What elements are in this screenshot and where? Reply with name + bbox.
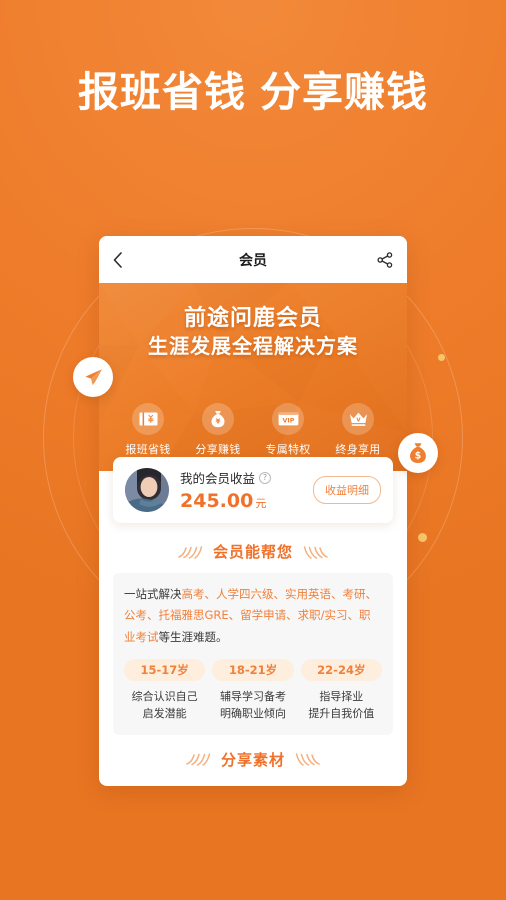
vip-card-icon: VIP: [278, 412, 298, 426]
section-title-text: 分享素材: [220, 750, 285, 769]
feature-label: 报班省钱: [125, 443, 171, 456]
section-title-text: 会员能帮您: [212, 543, 293, 561]
decorative-dot: [438, 354, 445, 361]
age-desc-line-2: 提升自我价值: [308, 707, 375, 721]
age-group-row: 15-17岁 综合认识自己 启发潜能 18-21岁 辅导学习备考 明确职业倾向 …: [124, 658, 382, 723]
flourish-right-icon: [303, 545, 328, 559]
earnings-amount-row: 245.00 元: [180, 490, 313, 512]
hero-title-group: 前途问鹿会员 生涯发展全程解决方案: [99, 305, 407, 360]
paper-plane-icon: [84, 368, 102, 385]
paragraph-prefix: 一站式解决: [124, 587, 182, 601]
money-bag-icon: $: [410, 443, 426, 464]
user-avatar-image: [125, 468, 169, 512]
paper-plane-badge[interactable]: [73, 357, 113, 397]
earnings-detail-button[interactable]: 收益明细: [313, 476, 381, 504]
benefits-paragraph: 一站式解决高考、人学四六级、实用英语、考研、公考、托福雅思GRE、留学申请、求职…: [124, 584, 382, 648]
headline-part-2: 分享赚钱: [260, 68, 428, 116]
age-desc-line-1: 指导择业: [319, 689, 364, 703]
earnings-label: 我的会员收益: [180, 471, 256, 486]
app-navbar: 会员: [99, 236, 407, 283]
decorative-dot: [418, 533, 427, 542]
svg-text:¥: ¥: [215, 416, 220, 425]
ticket-icon-circle: [132, 403, 164, 435]
back-button[interactable]: [113, 251, 135, 268]
feature-item-crown[interactable]: V 终身享用: [327, 403, 389, 457]
age-desc-line-2: 明确职业倾向: [219, 707, 286, 721]
crown-icon: V: [349, 412, 367, 426]
crown-icon-circle: V: [342, 403, 374, 435]
phone-screen-mockup: 会员 前途问鹿会员 生涯发展全程解决方案 报班省钱 ¥ 分享赚钱 VIP 专属特…: [99, 236, 407, 786]
earnings-card: 我的会员收益 ? 245.00 元 收益明细: [113, 457, 393, 523]
age-group-description: 指导择业 提升自我价值: [301, 688, 382, 723]
avatar: [125, 468, 169, 512]
page-title: 会员: [239, 252, 267, 269]
flourish-right-icon: [295, 753, 320, 767]
question-mark-icon[interactable]: ?: [259, 471, 272, 484]
share-icon: [377, 251, 393, 268]
svg-text:$: $: [415, 451, 421, 462]
age-group-description: 辅导学习备考 明确职业倾向: [212, 688, 293, 723]
svg-text:VIP: VIP: [282, 417, 294, 425]
age-group-item: 15-17岁 综合认识自己 启发潜能: [124, 658, 206, 723]
ticket-icon: [139, 412, 157, 426]
age-desc-line-2: 启发潜能: [142, 707, 187, 721]
share-button[interactable]: [371, 251, 393, 268]
age-group-item: 18-21岁 辅导学习备考 明确职业倾向: [212, 658, 294, 723]
money-bag-icon-circle: ¥: [202, 403, 234, 435]
age-range-badge: 18-21岁: [212, 658, 294, 681]
feature-icon-row: 报班省钱 ¥ 分享赚钱 VIP 专属特权 V 终身享用: [99, 403, 407, 457]
money-bag-badge[interactable]: $: [398, 433, 438, 473]
hero-title-line1: 前途问鹿会员: [183, 306, 322, 331]
age-desc-line-1: 综合认识自己: [131, 689, 198, 703]
benefits-section-header: 会员能帮您: [113, 541, 393, 562]
money-bag-icon: ¥: [211, 411, 225, 428]
earnings-label-row: 我的会员收益 ?: [180, 468, 313, 487]
earnings-amount: 245.00: [180, 490, 254, 512]
feature-item-vip[interactable]: VIP 专属特权: [257, 403, 319, 457]
earnings-info: 我的会员收益 ? 245.00 元: [169, 468, 313, 512]
age-range-badge: 22-24岁: [300, 658, 382, 681]
benefits-panel: 一站式解决高考、人学四六级、实用英语、考研、公考、托福雅思GRE、留学申请、求职…: [113, 573, 393, 735]
age-desc-line-1: 辅导学习备考: [219, 689, 286, 703]
feature-label: 专属特权: [265, 443, 311, 456]
age-group-item: 22-24岁 指导择业 提升自我价值: [300, 658, 382, 723]
feature-label: 分享赚钱: [195, 443, 241, 456]
earnings-section: 我的会员收益 ? 245.00 元 收益明细 会员能帮您: [99, 457, 407, 562]
flourish-left-icon: [186, 753, 211, 767]
feature-item-money-bag[interactable]: ¥ 分享赚钱: [187, 403, 249, 457]
chevron-left-icon: [113, 251, 122, 268]
feature-item-ticket[interactable]: 报班省钱: [117, 403, 179, 457]
hero-title-line2: 生涯发展全程解决方案: [148, 333, 358, 358]
share-section-header: 分享素材: [99, 749, 407, 770]
hero-banner: 前途问鹿会员 生涯发展全程解决方案 报班省钱 ¥ 分享赚钱 VIP 专属特权 V…: [99, 283, 407, 471]
earnings-currency: 元: [255, 497, 267, 510]
page-headline: 报班省钱 分享赚钱: [0, 68, 506, 117]
headline-part-1: 报班省钱: [78, 68, 246, 116]
flourish-left-icon: [178, 545, 203, 559]
age-range-badge: 15-17岁: [124, 658, 206, 681]
age-group-description: 综合认识自己 启发潜能: [124, 688, 205, 723]
feature-label: 终身享用: [335, 443, 381, 456]
paragraph-suffix: 等生涯难题。: [158, 629, 228, 644]
vip-card-icon-circle: VIP: [272, 403, 304, 435]
